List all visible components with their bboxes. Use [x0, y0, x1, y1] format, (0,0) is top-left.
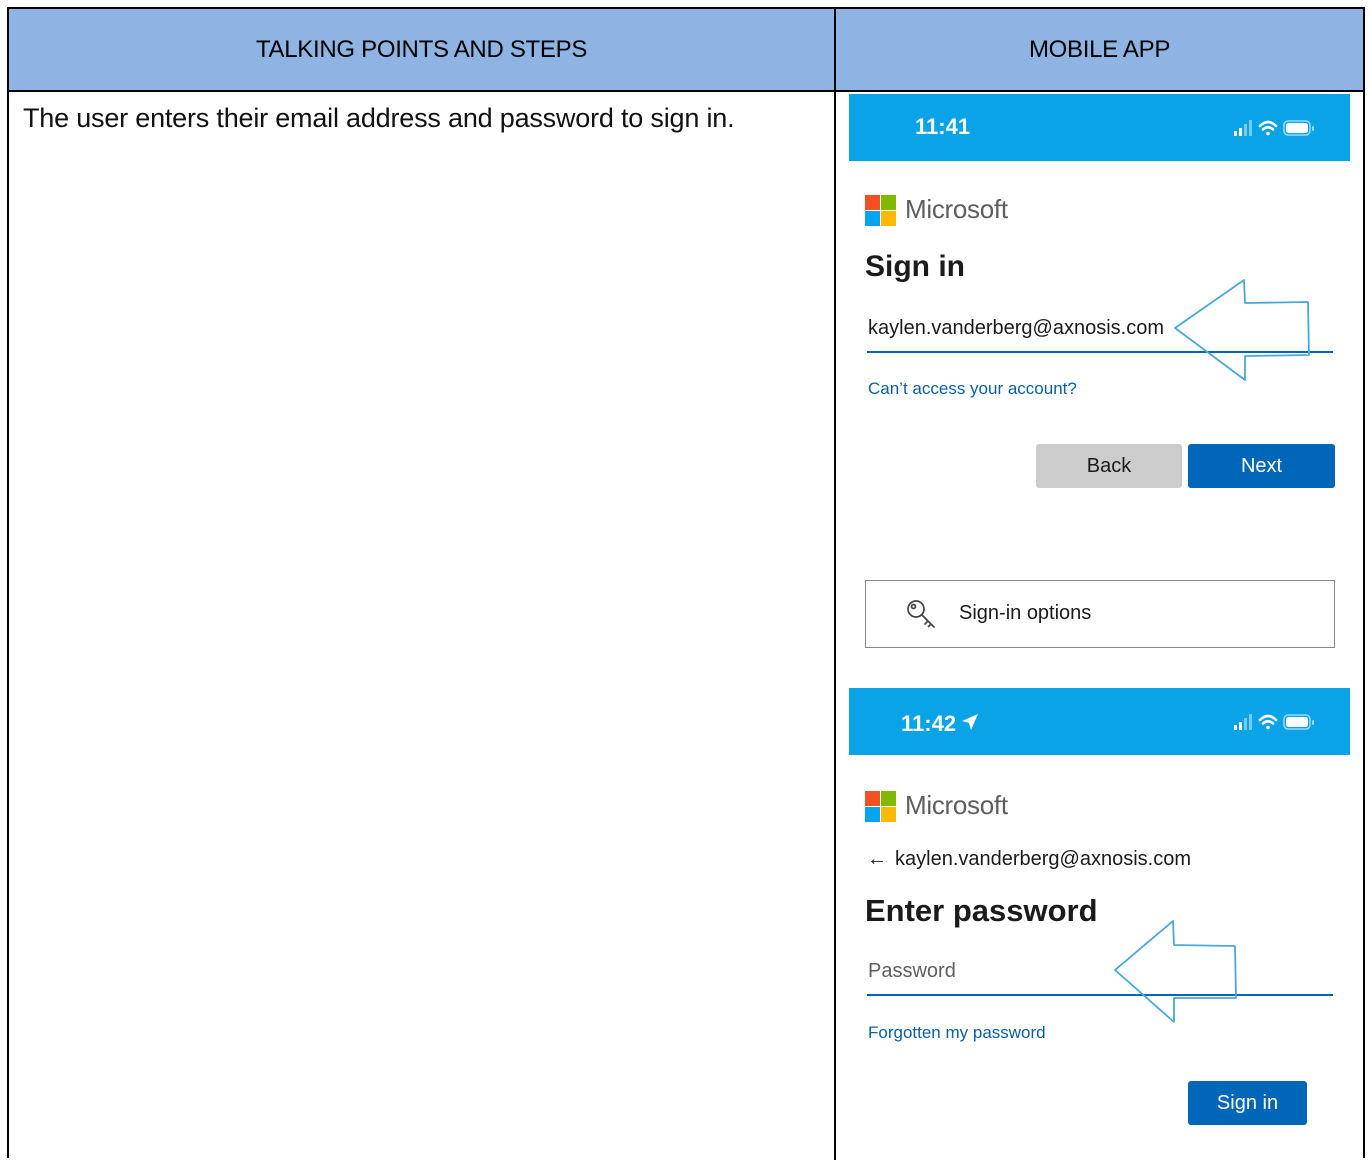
status-icons — [1234, 120, 1314, 136]
header-mobile-app: MOBILE APP — [836, 9, 1363, 92]
location-arrow-icon — [962, 714, 978, 730]
enter-password-screenshot: 11:42 Microsoft ← kaylen.vanderberg@axno… — [849, 688, 1350, 1158]
signal-icon — [1234, 714, 1252, 730]
status-time: 11:42 — [901, 711, 957, 736]
sign-in-options-label: Sign-in options — [959, 602, 1092, 624]
back-button[interactable]: Back — [1036, 444, 1182, 488]
cant-access-account-link[interactable]: Can’t access your account? — [868, 379, 1077, 399]
status-time: 11:41 — [915, 114, 971, 139]
password-input[interactable]: Password — [868, 960, 956, 983]
wifi-icon — [1258, 714, 1278, 730]
column-divider — [834, 9, 836, 1160]
forgotten-password-link[interactable]: Forgotten my password — [868, 1023, 1046, 1043]
microsoft-logo-icon — [865, 195, 896, 226]
sign-in-screenshot: 11:41 Microsoft Sign in kaylen.vanderber… — [849, 94, 1350, 660]
account-back-link[interactable]: ← kaylen.vanderberg@axnosis.com — [867, 848, 1191, 871]
callout-arrow-icon — [1114, 920, 1237, 1023]
sign-in-button[interactable]: Sign in — [1188, 1081, 1307, 1125]
key-icon — [907, 600, 935, 628]
page-title: Enter password — [865, 893, 1098, 928]
microsoft-logo-icon — [865, 791, 896, 822]
brand-name: Microsoft — [905, 790, 1008, 820]
signal-icon — [1234, 120, 1252, 136]
next-button[interactable]: Next — [1188, 444, 1335, 488]
wifi-icon — [1258, 120, 1278, 136]
brand-name: Microsoft — [905, 194, 1008, 224]
battery-icon — [1283, 120, 1314, 136]
callout-arrow-icon — [1174, 279, 1310, 381]
header-talking-points: TALKING POINTS AND STEPS — [9, 9, 834, 92]
battery-icon — [1283, 714, 1314, 730]
email-input[interactable]: kaylen.vanderberg@axnosis.com — [868, 317, 1164, 340]
status-bar: 11:41 — [849, 94, 1350, 161]
status-bar: 11:42 — [849, 688, 1350, 755]
account-email: kaylen.vanderberg@axnosis.com — [895, 848, 1192, 870]
status-icons — [1234, 714, 1314, 730]
password-input-underline — [867, 994, 1333, 996]
sign-in-options-button[interactable]: Sign-in options — [865, 580, 1335, 648]
back-arrow-icon: ← — [867, 848, 887, 870]
step-description: The user enters their email address and … — [23, 103, 735, 133]
page-title: Sign in — [865, 250, 965, 283]
